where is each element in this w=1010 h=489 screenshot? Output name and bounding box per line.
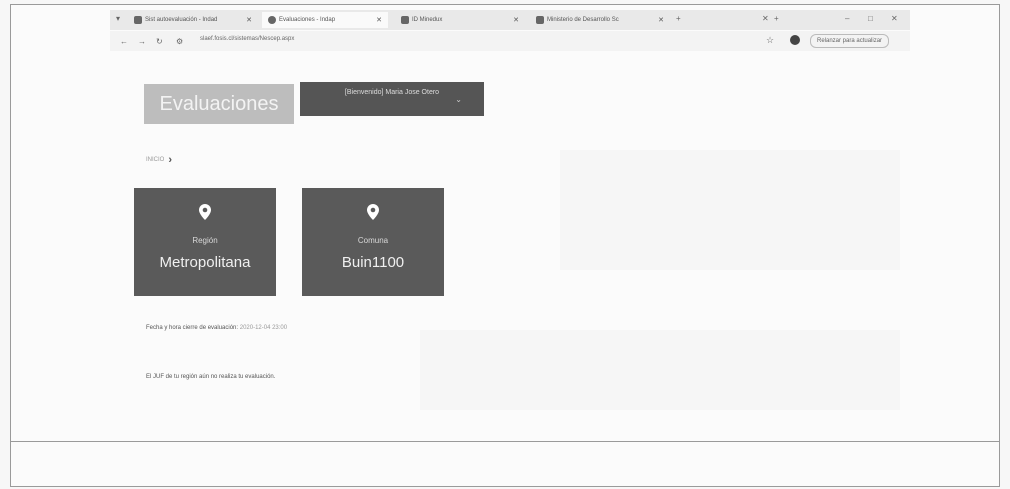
location-pin-icon (199, 204, 211, 220)
comuna-value: Buin1100 (341, 254, 405, 271)
close-icon[interactable]: ✕ (376, 16, 382, 24)
tab-autoevaluacion[interactable]: Sist autoevaluación - Indad ✕ (128, 12, 258, 28)
close-icon[interactable]: ✕ (513, 16, 519, 24)
app-brand-logo[interactable]: Evaluaciones (144, 84, 294, 124)
new-tab-icon[interactable]: + (774, 14, 779, 23)
maximize-icon[interactable]: □ (868, 14, 873, 23)
breadcrumb: INICIO › (146, 154, 172, 166)
browser-tabbar: ▾ Sist autoevaluación - Indad ✕ Evaluaci… (110, 10, 910, 30)
forward-icon[interactable]: → (138, 37, 146, 46)
chevron-down-icon: ⌄ (455, 95, 462, 104)
relaunch-update-button[interactable]: Relanzar para actualizar (810, 34, 890, 48)
deadline-label: Fecha y hora cierre de evaluación: (146, 325, 239, 331)
frame-divider (11, 441, 999, 442)
scan-artifact (420, 330, 900, 410)
browser-addressbar: ← → ↻ ⚙ slaef.fosis.cl/sistemas/Nescep.a… (110, 31, 910, 51)
deadline-value: 2020-12-04 23:00 (239, 325, 288, 331)
back-icon[interactable]: ← (120, 37, 128, 46)
minimize-icon[interactable]: – (845, 14, 849, 23)
reload-icon[interactable]: ↻ (156, 37, 163, 46)
region-value: Metropolitana (159, 254, 251, 271)
comuna-caption: Comuna (357, 236, 389, 245)
user-menu-button[interactable]: [Bienvenido] Maria Jose Otero ⌄ (300, 82, 484, 116)
tab-label: Evaluaciones - Indap (279, 17, 336, 23)
close-icon[interactable]: ✕ (762, 14, 769, 23)
tab-label: Sist autoevaluación - Indad (145, 17, 218, 23)
tab-label: Ministerio de Desarrollo Sc (547, 17, 619, 23)
profile-avatar[interactable] (790, 35, 800, 45)
tab-label: ID Minedux (412, 17, 443, 23)
tab-list-icon[interactable]: ▾ (116, 14, 120, 23)
tab-evaluaciones[interactable]: Evaluaciones - Indap ✕ (262, 12, 388, 28)
location-pin-icon (367, 204, 379, 220)
window-close-icon[interactable]: ✕ (891, 14, 898, 23)
close-icon[interactable]: ✕ (246, 16, 252, 24)
evaluation-deadline: Fecha y hora cierre de evaluación: 2020-… (146, 325, 287, 331)
chevron-right-icon: › (168, 154, 173, 166)
breadcrumb-home-link[interactable]: INICIO (146, 157, 164, 163)
tab-favicon-icon (268, 16, 276, 24)
url-field[interactable]: slaef.fosis.cl/sistemas/Nescep.aspx (200, 36, 294, 42)
evaluation-notice: El JUF de tu región aún no realiza tu ev… (146, 374, 276, 380)
tab-minedux[interactable]: ID Minedux ✕ (395, 12, 525, 28)
close-icon[interactable]: ✕ (658, 16, 664, 24)
tab-favicon-icon (134, 16, 142, 24)
region-card: Región Metropolitana (134, 188, 276, 296)
site-info-icon[interactable]: ⚙ (176, 37, 183, 46)
new-tab-icon[interactable]: + (676, 14, 681, 23)
comuna-card: Comuna Buin1100 (302, 188, 444, 296)
scan-artifact (560, 150, 900, 270)
bookmark-star-icon[interactable]: ☆ (766, 35, 774, 46)
tab-favicon-icon (536, 16, 544, 24)
region-caption: Región (192, 236, 218, 245)
tab-favicon-icon (401, 16, 409, 24)
tab-ministerio[interactable]: Ministerio de Desarrollo Sc ✕ (530, 12, 670, 28)
